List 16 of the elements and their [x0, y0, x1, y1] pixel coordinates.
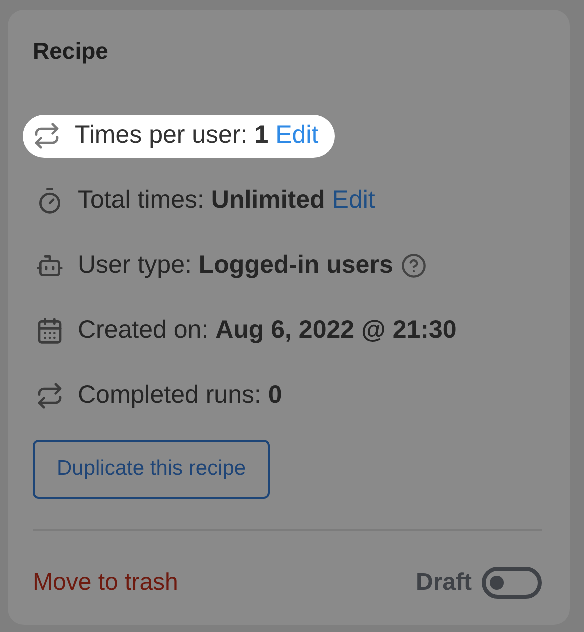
edit-link[interactable]: Edit	[276, 117, 319, 155]
duplicate-button[interactable]: Duplicate this recipe	[33, 440, 270, 498]
row-text: Completed runs: 0	[78, 380, 282, 412]
trash-link[interactable]: Move to trash	[33, 564, 178, 600]
calendar-icon	[36, 317, 64, 345]
edit-link[interactable]: Edit	[332, 182, 376, 220]
row-text: Created on: Aug 6, 2022 @ 21:30	[78, 315, 457, 346]
help-icon[interactable]	[401, 253, 428, 279]
card-title: Recipe	[33, 37, 108, 66]
repeat-icon	[33, 122, 61, 150]
row-text: Total times: Unlimited	[78, 185, 326, 216]
row-text: User type: Logged-in users	[78, 250, 394, 282]
draft-toggle[interactable]	[482, 566, 542, 598]
row-text: Times per user: 1	[75, 120, 269, 152]
repeat-icon	[36, 382, 64, 410]
status-label: Draft	[416, 568, 472, 598]
